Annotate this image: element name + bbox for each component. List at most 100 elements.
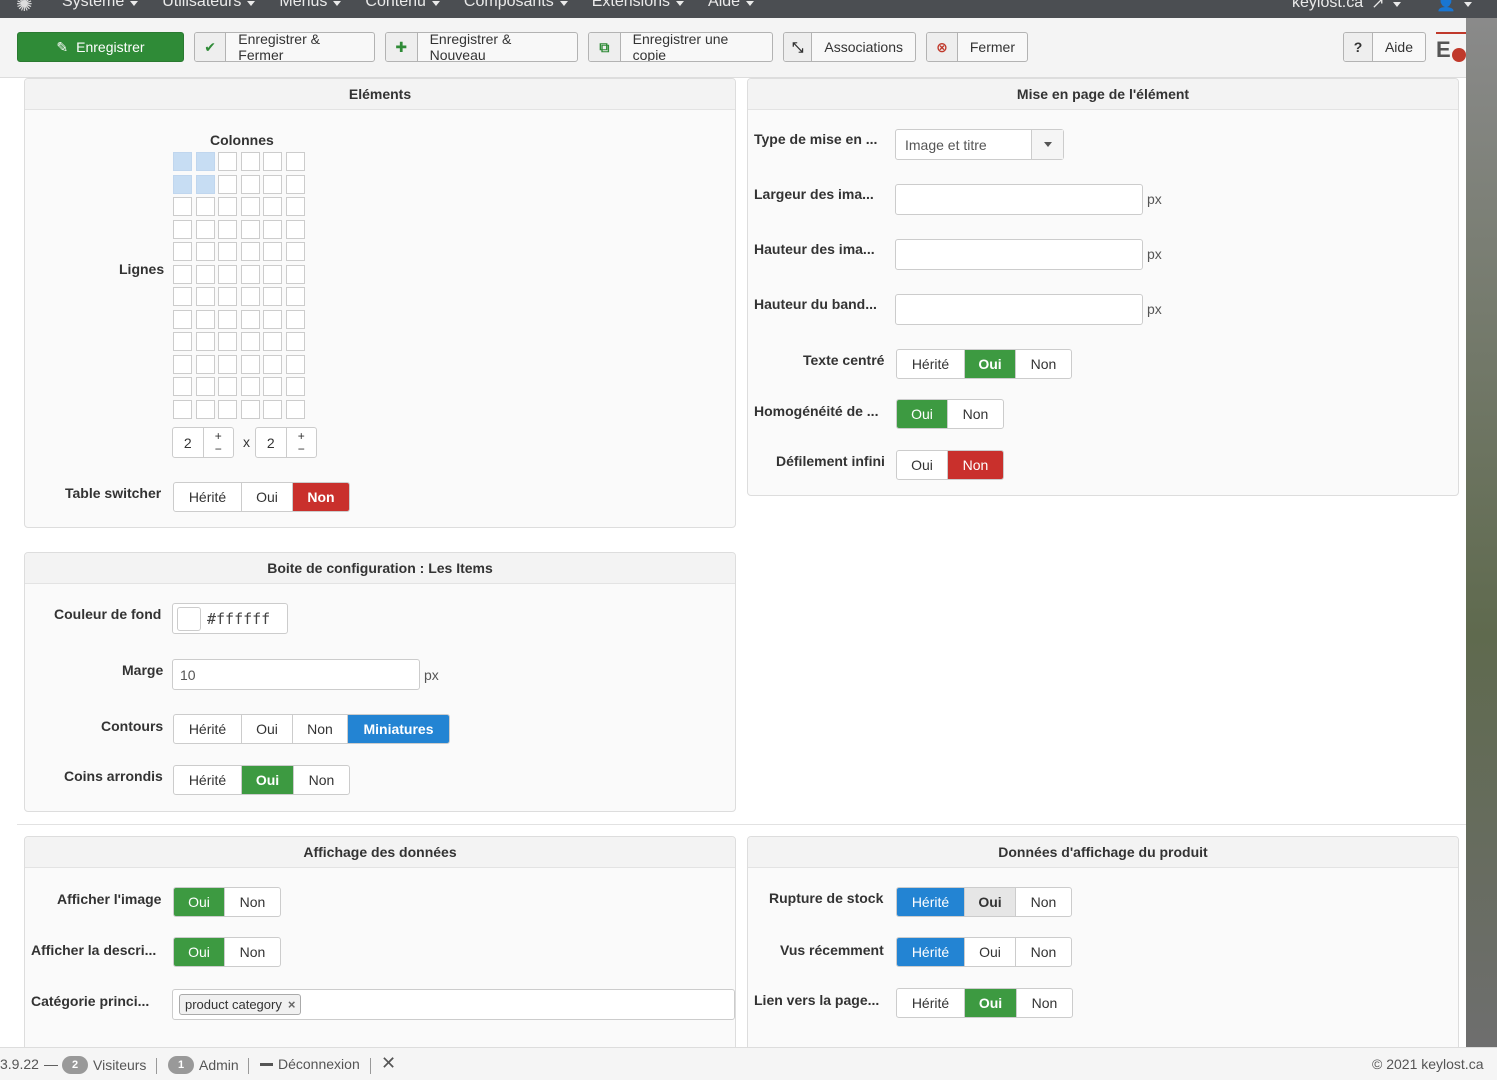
- grid-cell[interactable]: [173, 399, 192, 419]
- grid-cell[interactable]: [195, 174, 215, 194]
- grid-cell[interactable]: [218, 264, 237, 284]
- grid-cell[interactable]: [285, 332, 305, 351]
- option-herite[interactable]: Hérité: [897, 350, 965, 378]
- grid-cell[interactable]: [240, 377, 260, 396]
- grid-cell[interactable]: [218, 197, 237, 216]
- option-oui[interactable]: Oui: [242, 483, 293, 511]
- option-herite[interactable]: Hérité: [174, 483, 242, 511]
- grid-cell[interactable]: [263, 354, 282, 374]
- grid-cell[interactable]: [173, 152, 192, 171]
- option-herite[interactable]: Hérité: [174, 766, 242, 794]
- out-of-stock-toggle[interactable]: Hérité Oui Non: [896, 887, 1072, 917]
- grid-cell[interactable]: [263, 197, 282, 216]
- rounded-corners-toggle[interactable]: Hérité Oui Non: [173, 765, 350, 795]
- grid-cell[interactable]: [263, 242, 282, 261]
- grid-cell[interactable]: [218, 309, 237, 329]
- grid-cell[interactable]: [195, 242, 215, 261]
- grid-cell[interactable]: [263, 152, 282, 171]
- grid-cell[interactable]: [240, 197, 260, 216]
- option-oui[interactable]: Oui: [965, 989, 1017, 1017]
- rows-stepper[interactable]: 2 + −: [172, 427, 234, 458]
- grid-cell[interactable]: [285, 152, 305, 171]
- menu-aide[interactable]: Aide: [708, 0, 755, 11]
- option-oui[interactable]: Oui: [174, 888, 225, 916]
- grid-cell[interactable]: [218, 399, 237, 419]
- associations-button[interactable]: ⤡ Associations: [783, 32, 916, 62]
- minus-icon[interactable]: −: [298, 442, 305, 456]
- grid-cell[interactable]: [195, 377, 215, 396]
- grid-cell[interactable]: [218, 219, 237, 239]
- option-non[interactable]: Non: [294, 766, 349, 794]
- option-non[interactable]: Non: [948, 400, 1003, 428]
- bg-color-input[interactable]: #ffffff: [172, 603, 288, 634]
- grid-cell[interactable]: [240, 332, 260, 351]
- image-width-input[interactable]: [895, 184, 1143, 215]
- grid-cell[interactable]: [240, 242, 260, 261]
- image-height-input[interactable]: [895, 239, 1143, 270]
- remove-tag-icon[interactable]: ×: [288, 997, 296, 1012]
- option-non[interactable]: Non: [225, 938, 280, 966]
- grid-cell[interactable]: [195, 399, 215, 419]
- color-swatch[interactable]: [177, 606, 201, 631]
- grid-cell[interactable]: [173, 242, 192, 261]
- extension-logo-icon[interactable]: E: [1436, 32, 1466, 62]
- grid-cell[interactable]: [195, 264, 215, 284]
- grid-cell[interactable]: [195, 152, 215, 171]
- option-non[interactable]: Non: [293, 483, 349, 511]
- option-non[interactable]: Non: [1016, 888, 1071, 916]
- grid-cell[interactable]: [218, 354, 237, 374]
- admin-link[interactable]: 1 Admin: [168, 1056, 239, 1074]
- grid-cell[interactable]: [240, 152, 260, 171]
- grid-cell[interactable]: [240, 219, 260, 239]
- grid-cell[interactable]: [173, 287, 192, 306]
- grid-cell[interactable]: [285, 174, 305, 194]
- grid-cell[interactable]: [173, 332, 192, 351]
- stepper-buttons[interactable]: + −: [285, 428, 317, 457]
- option-oui[interactable]: Oui: [965, 938, 1016, 966]
- margin-input[interactable]: 10: [172, 659, 420, 690]
- option-non[interactable]: Non: [1016, 350, 1071, 378]
- homogeneity-toggle[interactable]: Oui Non: [896, 399, 1004, 429]
- option-non[interactable]: Non: [948, 451, 1003, 479]
- grid-cell[interactable]: [218, 152, 237, 171]
- table-switcher-toggle[interactable]: Hérité Oui Non: [173, 482, 350, 512]
- grid-cell[interactable]: [173, 309, 192, 329]
- grid-cell[interactable]: [285, 377, 305, 396]
- option-non[interactable]: Non: [225, 888, 280, 916]
- grid-cell[interactable]: [263, 219, 282, 239]
- stepper-buttons[interactable]: + −: [202, 428, 234, 457]
- grid-cell[interactable]: [173, 264, 192, 284]
- grid-cell[interactable]: [285, 287, 305, 306]
- grid-cell[interactable]: [218, 287, 237, 306]
- grid-cell[interactable]: [195, 287, 215, 306]
- grid-cell[interactable]: [218, 242, 237, 261]
- cols-stepper[interactable]: 2 + −: [255, 427, 317, 458]
- menu-utilisateurs[interactable]: Utilisateurs: [162, 0, 256, 11]
- option-herite[interactable]: Hérité: [897, 938, 965, 966]
- option-oui[interactable]: Oui: [965, 350, 1016, 378]
- close-button[interactable]: ⊗ Fermer: [926, 32, 1028, 62]
- grid-cell[interactable]: [263, 399, 282, 419]
- menu-extensions[interactable]: Extensions: [592, 0, 685, 11]
- save-copy-button[interactable]: ⧉ Enregistrer une copie: [588, 32, 773, 62]
- option-oui[interactable]: Oui: [242, 715, 293, 743]
- grid-cell[interactable]: [240, 264, 260, 284]
- show-image-toggle[interactable]: Oui Non: [173, 887, 281, 917]
- save-close-button[interactable]: ✔ Enregistrer & Fermer: [194, 32, 375, 62]
- option-herite[interactable]: Hérité: [174, 715, 242, 743]
- option-non[interactable]: Non: [1017, 989, 1072, 1017]
- show-description-toggle[interactable]: Oui Non: [173, 937, 281, 967]
- grid-cell[interactable]: [240, 287, 260, 306]
- joomla-small-icon[interactable]: ✕: [381, 1053, 396, 1074]
- grid-cell[interactable]: [285, 242, 305, 261]
- grid-cell[interactable]: [195, 219, 215, 239]
- grid-cell[interactable]: [173, 197, 192, 216]
- grid-cell[interactable]: [285, 354, 305, 374]
- option-non[interactable]: Non: [293, 715, 348, 743]
- site-link[interactable]: keylost.ca ↗: [1292, 0, 1401, 13]
- menu-systeme[interactable]: Système: [62, 0, 139, 11]
- grid-cell[interactable]: [285, 219, 305, 239]
- save-new-button[interactable]: ✚ Enregistrer & Nouveau: [385, 32, 578, 62]
- grid-cell[interactable]: [263, 174, 282, 194]
- menu-contenu[interactable]: Contenu: [365, 0, 440, 11]
